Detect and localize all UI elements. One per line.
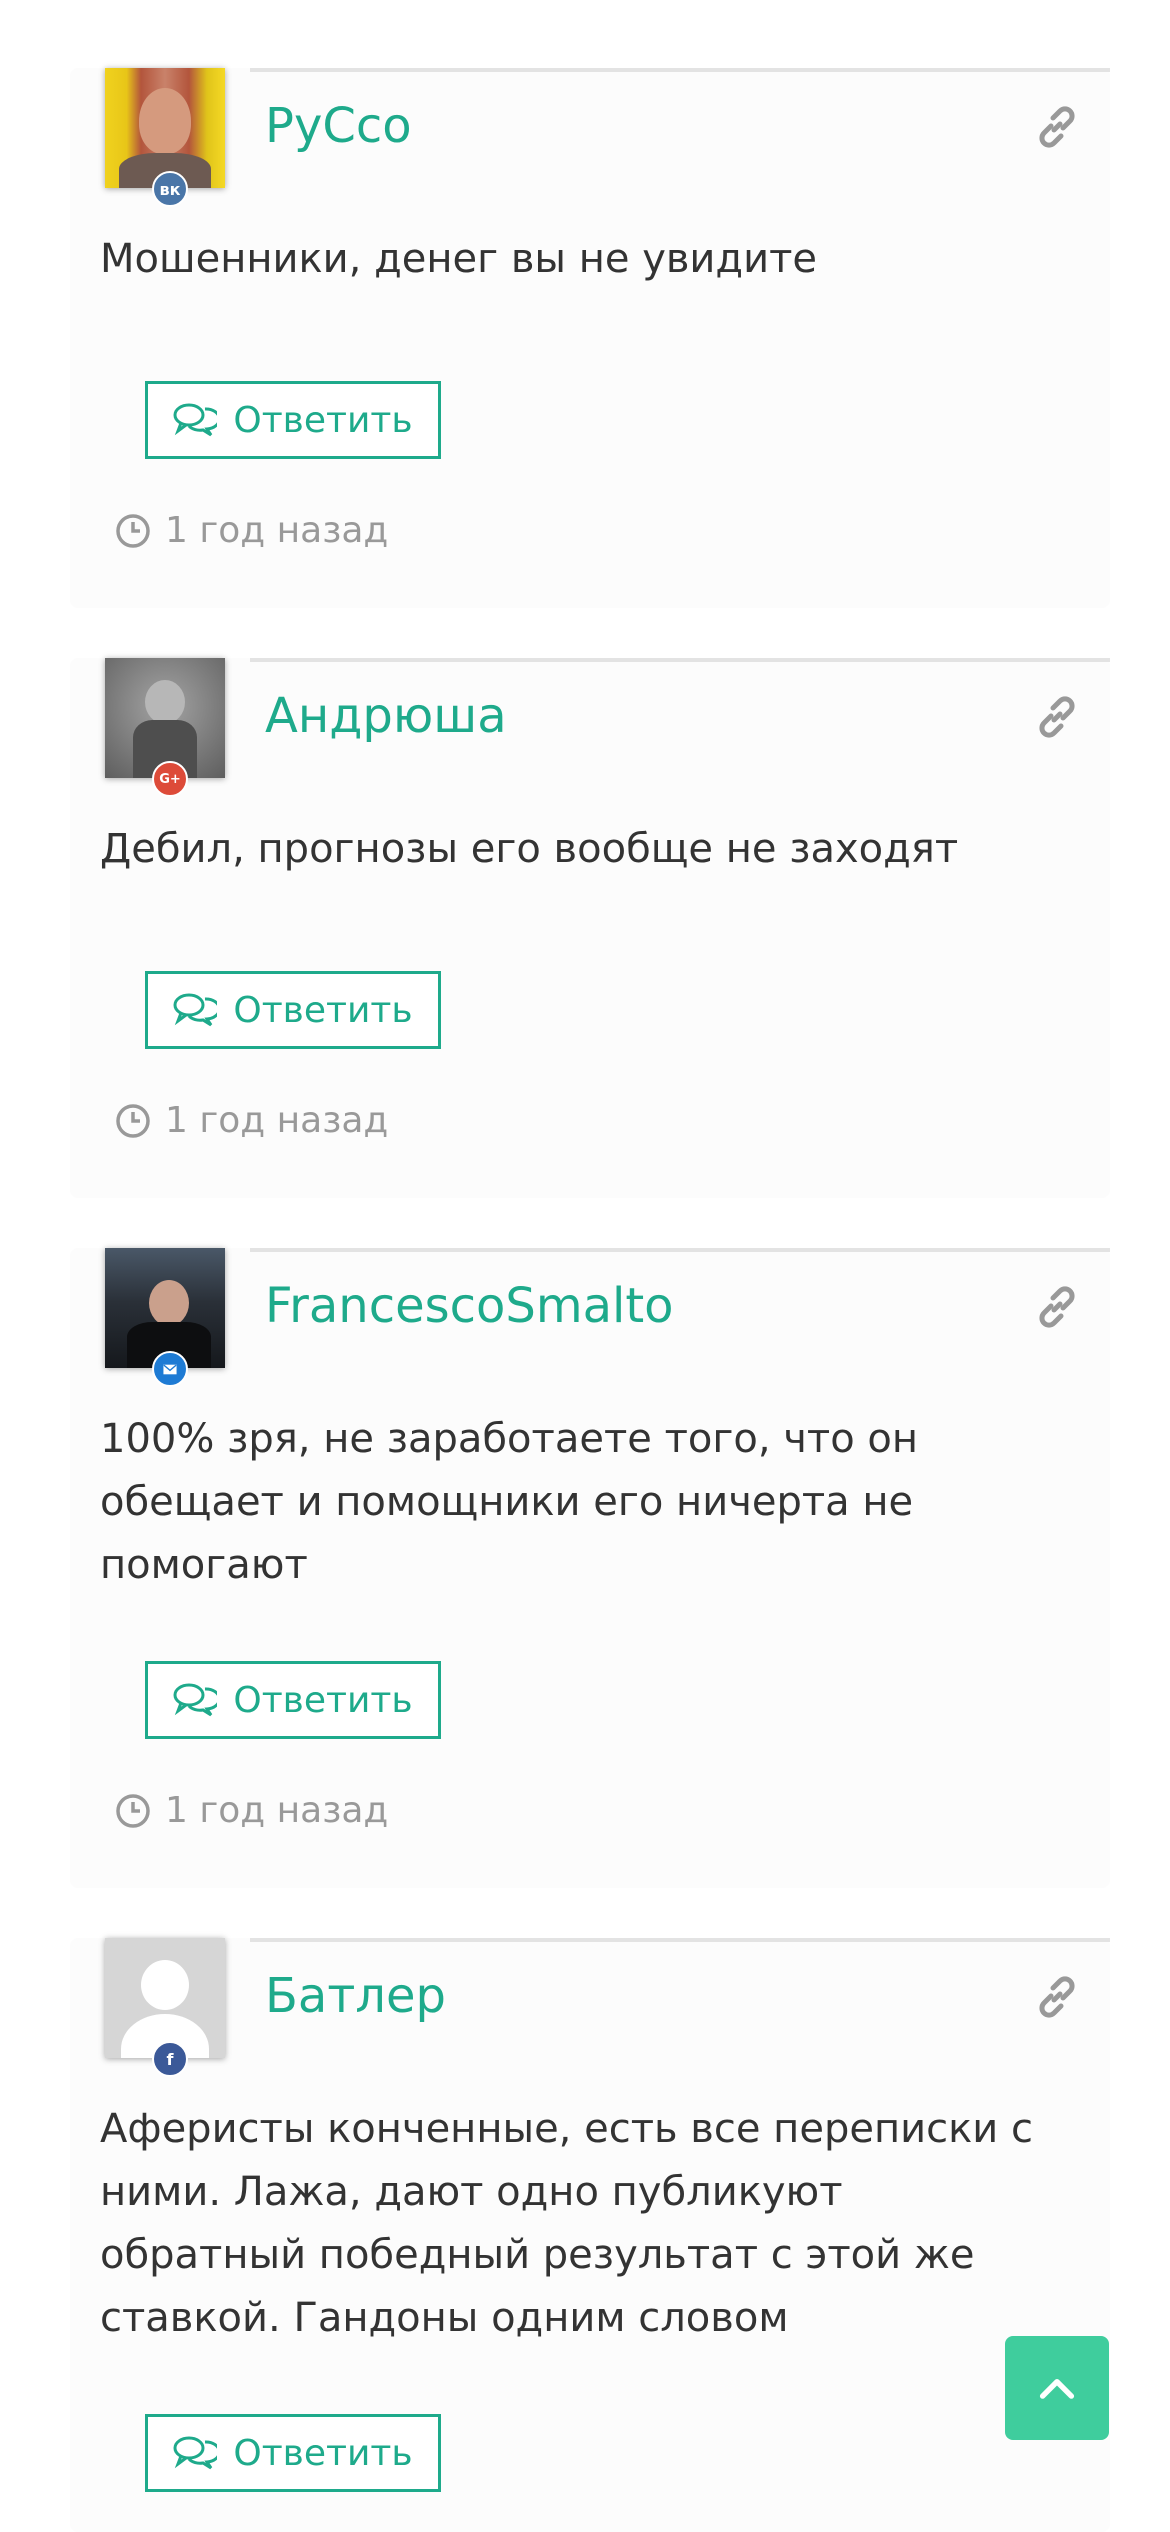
clock-icon xyxy=(116,1103,150,1138)
avatar[interactable]: f xyxy=(105,1938,225,2077)
clock-icon xyxy=(116,1793,150,1828)
avatar-photo xyxy=(105,1248,225,1368)
comment-time: 1 год назад xyxy=(115,1100,388,1141)
chat-bubbles-icon xyxy=(173,2436,218,2470)
comment-author[interactable]: FrancescoSmalto xyxy=(265,1278,674,1334)
avatar-photo xyxy=(105,68,225,188)
reply-button[interactable]: Ответить xyxy=(145,971,441,1049)
reply-button-label: Ответить xyxy=(233,399,413,441)
comment-author[interactable]: Андрюша xyxy=(265,688,507,744)
comment-author[interactable]: РуСсо xyxy=(265,98,412,154)
email-icon xyxy=(152,1351,188,1387)
link-icon[interactable] xyxy=(1034,694,1080,740)
avatar-photo xyxy=(105,1938,225,2058)
reply-button[interactable]: Ответить xyxy=(145,381,441,459)
comment-item: FrancescoSmalto 100% зря, не заработаете… xyxy=(70,1248,1110,1888)
comment-time-text: 1 год назад xyxy=(165,510,389,551)
comment-divider xyxy=(250,658,1110,662)
chat-bubbles-icon xyxy=(173,1683,218,1717)
vk-icon: вк xyxy=(152,171,188,207)
comment-text: Мошенники, денег вы не увидите xyxy=(100,236,817,282)
reply-button-label: Ответить xyxy=(233,1679,413,1721)
chevron-up-icon xyxy=(1039,2379,1075,2399)
scroll-to-top-button[interactable] xyxy=(1005,2336,1109,2440)
comment-divider xyxy=(250,1248,1110,1252)
comment-time: 1 год назад xyxy=(115,1790,388,1831)
google-plus-icon: G+ xyxy=(152,761,188,797)
reply-button[interactable]: Ответить xyxy=(145,2414,441,2492)
comment-author[interactable]: Батлер xyxy=(265,1968,446,2024)
comment-item: вк РуСсо Мошенники, денег вы не увидите … xyxy=(70,68,1110,608)
chat-bubbles-icon xyxy=(173,993,218,1027)
reply-button[interactable]: Ответить xyxy=(145,1661,441,1739)
avatar[interactable] xyxy=(105,1248,225,1387)
comment-text: Дебил, прогнозы его вообще не заходят xyxy=(100,826,959,872)
comment-time-text: 1 год назад xyxy=(165,1100,389,1141)
reply-button-label: Ответить xyxy=(233,2432,413,2474)
comment-item: G+ Андрюша Дебил, прогнозы его вообще не… xyxy=(70,658,1110,1198)
envelope-icon xyxy=(163,1364,177,1374)
comment-item: f Батлер Аферисты конченные, есть все пе… xyxy=(70,1938,1110,2532)
comment-text: 100% зря, не заработаете того, что он об… xyxy=(100,1416,919,1588)
avatar[interactable]: G+ xyxy=(105,658,225,797)
comment-time-text: 1 год назад xyxy=(165,1790,389,1831)
comment-divider xyxy=(250,68,1110,72)
clock-icon xyxy=(116,513,150,548)
comment-divider xyxy=(250,1938,1110,1942)
avatar-photo xyxy=(105,658,225,778)
avatar[interactable]: вк xyxy=(105,68,225,207)
chat-bubbles-icon xyxy=(173,403,218,437)
reply-button-label: Ответить xyxy=(233,989,413,1031)
comment-time: 1 год назад xyxy=(115,510,388,551)
comment-text: Аферисты конченные, есть все переписки с… xyxy=(100,2106,1033,2341)
link-icon[interactable] xyxy=(1034,1284,1080,1330)
facebook-icon: f xyxy=(152,2041,188,2077)
link-icon[interactable] xyxy=(1034,1974,1080,2020)
link-icon[interactable] xyxy=(1034,104,1080,150)
